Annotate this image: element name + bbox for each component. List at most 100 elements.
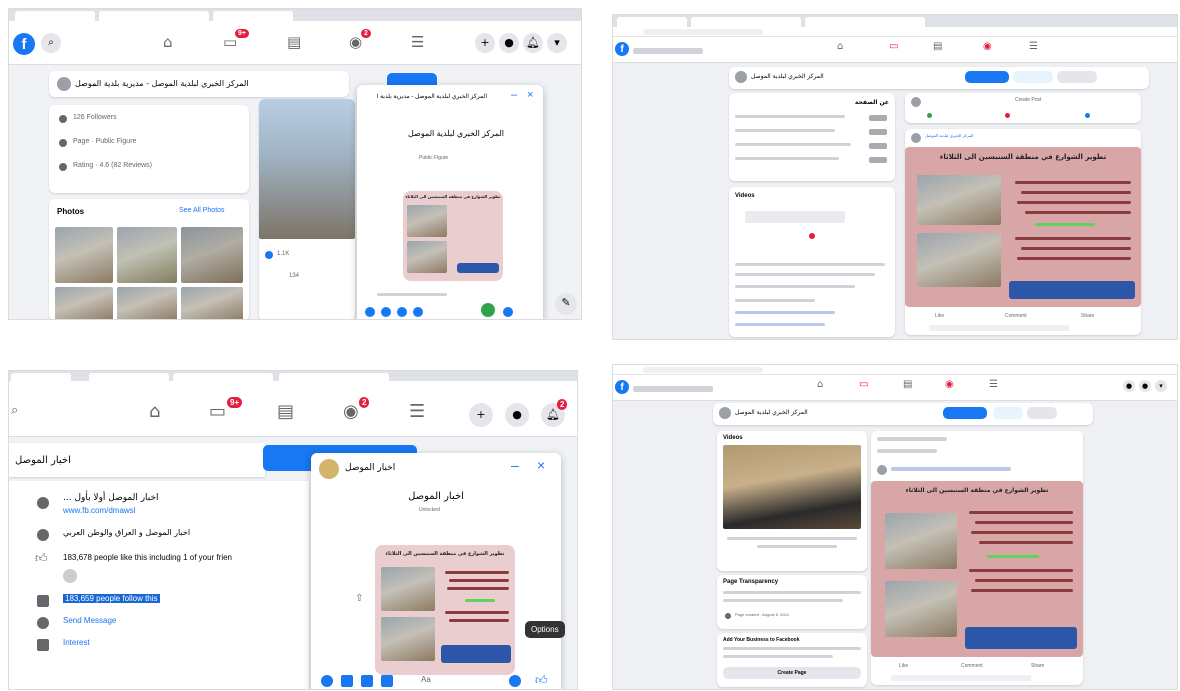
- post-image[interactable]: تطوير الشوارع في منطقة السنبسين الى الثل…: [905, 147, 1141, 307]
- groups-icon[interactable]: ◉: [945, 379, 954, 390]
- home-icon[interactable]: ⌂: [163, 33, 173, 51]
- search-input[interactable]: [633, 48, 703, 54]
- close-icon[interactable]: ×: [527, 89, 533, 101]
- photo-thumbnail[interactable]: [181, 227, 243, 283]
- follow-button[interactable]: [943, 407, 987, 419]
- message-input[interactable]: Aa: [421, 675, 431, 684]
- photo-thumbnail[interactable]: [117, 227, 177, 283]
- groups-icon[interactable]: ◉: [349, 33, 362, 51]
- browser-tab[interactable]: [99, 11, 209, 21]
- comment-action[interactable]: Comment: [1005, 313, 1027, 319]
- photo-thumbnail[interactable]: [181, 287, 243, 319]
- see-all-photos-link[interactable]: See All Photos: [179, 207, 225, 214]
- comment-input[interactable]: [929, 325, 1069, 331]
- marketplace-icon[interactable]: ▤: [287, 33, 301, 51]
- facebook-logo-icon[interactable]: f: [13, 33, 35, 55]
- follow-button[interactable]: [965, 71, 1009, 83]
- menu-icon[interactable]: ☰: [989, 379, 998, 390]
- page-link[interactable]: www.fb.com/dmawsl: [63, 506, 135, 515]
- share-icon[interactable]: ⇧: [355, 593, 363, 604]
- switch-button[interactable]: [869, 115, 887, 121]
- search-input[interactable]: [633, 386, 713, 392]
- browser-tab[interactable]: [691, 17, 801, 27]
- reply-suggestion[interactable]: [377, 293, 447, 296]
- share-action[interactable]: Share: [1031, 663, 1044, 669]
- url-field[interactable]: [643, 367, 763, 373]
- messenger-icon[interactable]: ●: [1123, 380, 1135, 392]
- chat-header-name[interactable]: اخبار الموصل: [345, 463, 395, 473]
- marketplace-icon[interactable]: ▤: [933, 41, 942, 52]
- watch-icon[interactable]: ▭: [209, 401, 226, 422]
- browser-tab[interactable]: [805, 17, 925, 27]
- browser-tab[interactable]: [617, 17, 687, 27]
- search-icon[interactable]: ⌕: [11, 403, 18, 418]
- comment-input[interactable]: [891, 675, 1031, 681]
- menu-icon[interactable]: ☰: [409, 401, 425, 422]
- create-icon[interactable]: +: [469, 403, 493, 427]
- shared-post-bubble[interactable]: تطوير الشوارع في منطقة السنبسين الى الثل…: [375, 545, 515, 675]
- sticker-icon[interactable]: [397, 307, 407, 317]
- browser-tab[interactable]: [279, 373, 389, 381]
- close-icon[interactable]: ×: [537, 457, 545, 473]
- shared-post-bubble[interactable]: تطوير الشوارع في منطقة السنبسين الى الثل…: [403, 191, 503, 281]
- page-avatar[interactable]: [57, 77, 71, 91]
- page-avatar[interactable]: [719, 407, 731, 419]
- home-icon[interactable]: ⌂: [817, 379, 823, 390]
- chat-avatar[interactable]: [319, 459, 339, 479]
- video-thumbnail[interactable]: [723, 445, 861, 529]
- groups-icon[interactable]: ◉: [343, 401, 359, 422]
- photo-video-icon[interactable]: [927, 113, 932, 118]
- friend-avatar[interactable]: [63, 569, 77, 583]
- notifications-icon[interactable]: ●: [1139, 380, 1151, 392]
- address-bar[interactable]: [613, 27, 1177, 37]
- like-page-button[interactable]: [993, 407, 1023, 419]
- home-icon[interactable]: ⌂: [837, 41, 843, 52]
- gif-icon[interactable]: [381, 675, 393, 687]
- tag-icon[interactable]: [1085, 113, 1090, 118]
- chat-header-name[interactable]: المركز الخبري لبلدية الموصل - مديرية بلد…: [377, 93, 487, 100]
- post-image[interactable]: تطوير الشوارع في منطقة السنبسين الى الثل…: [871, 481, 1083, 657]
- like-icon[interactable]: [503, 307, 513, 317]
- home-icon[interactable]: ⌂: [149, 401, 160, 422]
- post-author[interactable]: [891, 467, 1011, 471]
- more-button[interactable]: [1027, 407, 1057, 419]
- browser-tab[interactable]: [213, 11, 293, 21]
- post-author[interactable]: المركز الخبري لبلدية الموصل: [925, 133, 973, 138]
- create-page-button[interactable]: Create Page: [723, 667, 861, 679]
- watch-icon[interactable]: ▭: [859, 379, 868, 390]
- create-post-button[interactable]: Create Post: [1015, 97, 1041, 103]
- interest-link[interactable]: Interest: [63, 638, 90, 647]
- post-photo[interactable]: [259, 99, 355, 239]
- gif-icon[interactable]: [413, 307, 423, 317]
- url-field[interactable]: [643, 29, 763, 35]
- switch-button[interactable]: [869, 143, 887, 149]
- live-video-icon[interactable]: [1005, 113, 1010, 118]
- browser-tab[interactable]: [15, 11, 95, 21]
- message-button[interactable]: [1057, 71, 1097, 83]
- messenger-icon[interactable]: ●: [499, 33, 519, 53]
- facebook-logo-icon[interactable]: f: [615, 42, 629, 56]
- new-message-icon[interactable]: ✎: [555, 293, 577, 315]
- address-bar[interactable]: [613, 365, 1177, 375]
- image-icon[interactable]: [381, 307, 391, 317]
- emoji-icon[interactable]: [509, 675, 521, 687]
- account-icon[interactable]: ▾: [547, 33, 567, 53]
- messenger-icon[interactable]: ●: [505, 403, 529, 427]
- switch-button[interactable]: [869, 129, 887, 135]
- menu-icon[interactable]: ☰: [411, 33, 424, 51]
- page-avatar[interactable]: [735, 71, 747, 83]
- groups-icon[interactable]: ◉: [983, 41, 992, 52]
- like-action[interactable]: Like: [899, 663, 908, 669]
- account-icon[interactable]: ▾: [1155, 380, 1167, 392]
- link-line[interactable]: [735, 323, 825, 326]
- switch-button[interactable]: [869, 157, 887, 163]
- menu-icon[interactable]: ☰: [1029, 41, 1038, 52]
- search-icon[interactable]: ⌕: [41, 33, 61, 53]
- video-placeholder[interactable]: [745, 211, 845, 223]
- like-page-button[interactable]: [1013, 71, 1053, 83]
- like-icon[interactable]: 👍︎: [535, 673, 548, 688]
- sticker-icon[interactable]: [361, 675, 373, 687]
- link-line[interactable]: [735, 311, 835, 314]
- browser-tab[interactable]: [173, 373, 273, 381]
- photo-thumbnail[interactable]: [55, 287, 113, 319]
